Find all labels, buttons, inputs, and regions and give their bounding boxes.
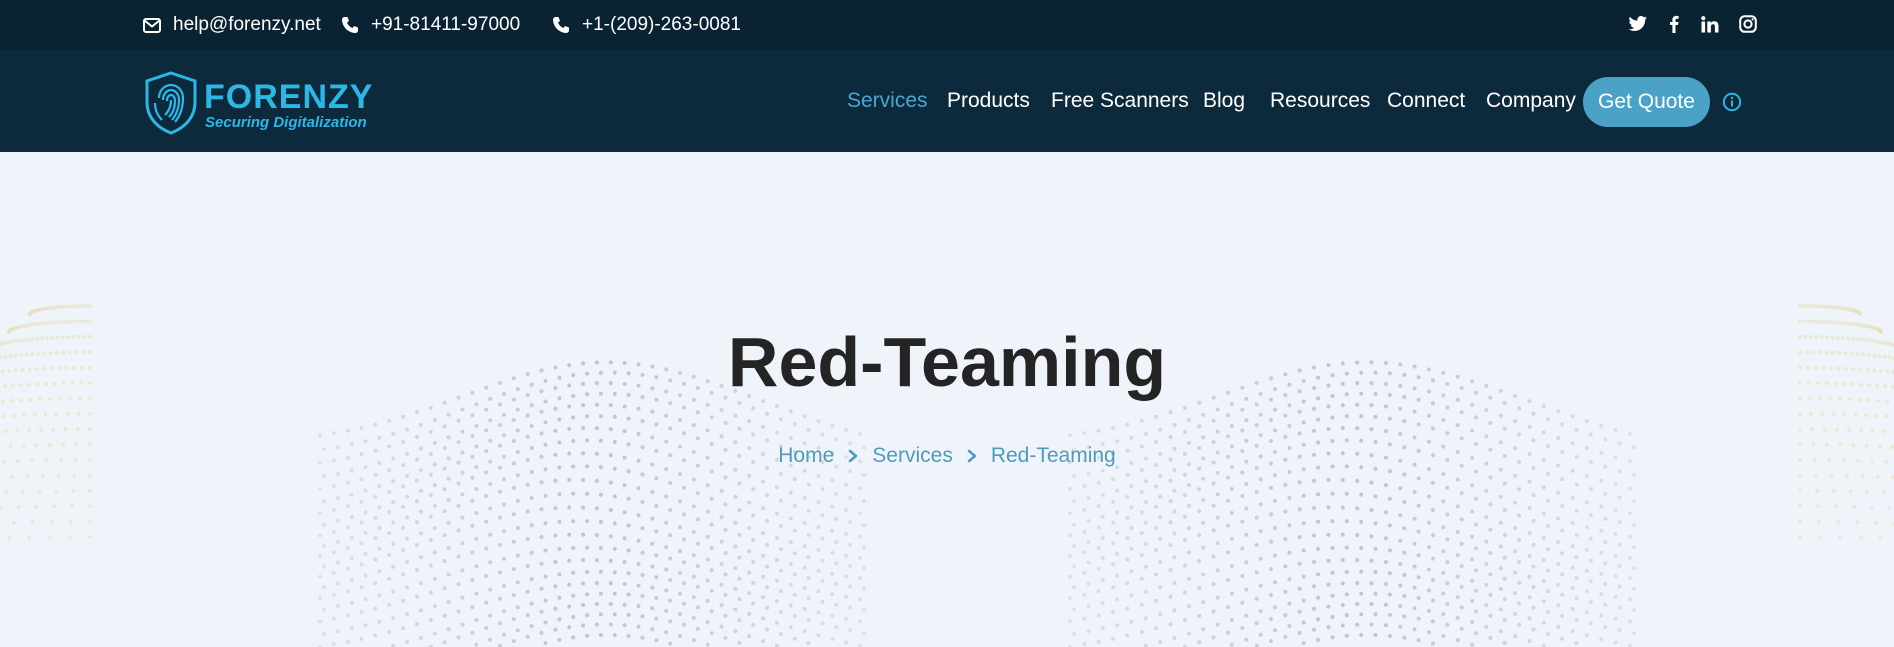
twitter-icon [1628,16,1647,31]
top-contact-bar: help@forenzy.net +91-81411-97000 +1-(209… [0,0,1894,50]
nav-item-blog[interactable]: Blog [1203,88,1245,114]
logo-tagline: Securing Digitalization [205,114,367,131]
linkedin-link[interactable] [1698,0,1722,48]
info-icon[interactable] [1722,92,1742,112]
linkedin-icon [1701,15,1719,32]
email-text: help@forenzy.net [173,14,321,35]
twitter-link[interactable] [1626,0,1650,48]
phone-link-us[interactable]: +1-(209)-263-0081 [552,0,741,50]
phone-text: +1-(209)-263-0081 [582,14,741,35]
breadcrumb-home[interactable]: Home [778,444,834,468]
nav-item-free-scanners[interactable]: Free Scanners [1051,88,1189,114]
phone-icon [342,17,358,33]
nav-item-resources[interactable]: Resources [1270,88,1370,114]
fingerprint-shield-icon [145,71,197,135]
chevron-right-icon [848,449,858,463]
phone-icon [553,17,569,33]
instagram-link[interactable] [1736,0,1760,48]
page-header-hero: Red-Teaming Home Services Red-Teaming [0,152,1894,647]
get-quote-button[interactable]: Get Quote [1583,77,1710,127]
logo-wordmark: FORENZY [204,78,374,116]
page-title: Red-Teaming [727,323,1167,401]
nav-item-services[interactable]: Services [847,88,928,114]
facebook-link[interactable] [1662,0,1686,48]
facebook-icon [1670,15,1679,33]
nav-item-products[interactable]: Products [947,88,1030,114]
breadcrumb-current: Red-Teaming [990,444,1116,467]
envelope-icon [143,17,161,33]
forenzy-logo[interactable]: FORENZY Securing Digitalization [143,70,372,136]
chevron-right-icon [967,449,977,463]
instagram-icon [1739,15,1757,33]
phone-link-india[interactable]: +91-81411-97000 [341,0,520,50]
email-link[interactable]: help@forenzy.net [143,0,321,50]
phone-text: +91-81411-97000 [371,14,521,35]
nav-item-connect[interactable]: Connect [1387,88,1465,114]
breadcrumb: Home Services Red-Teaming [0,444,1894,468]
nav-item-company[interactable]: Company [1486,88,1576,114]
breadcrumb-services[interactable]: Services [872,444,953,468]
